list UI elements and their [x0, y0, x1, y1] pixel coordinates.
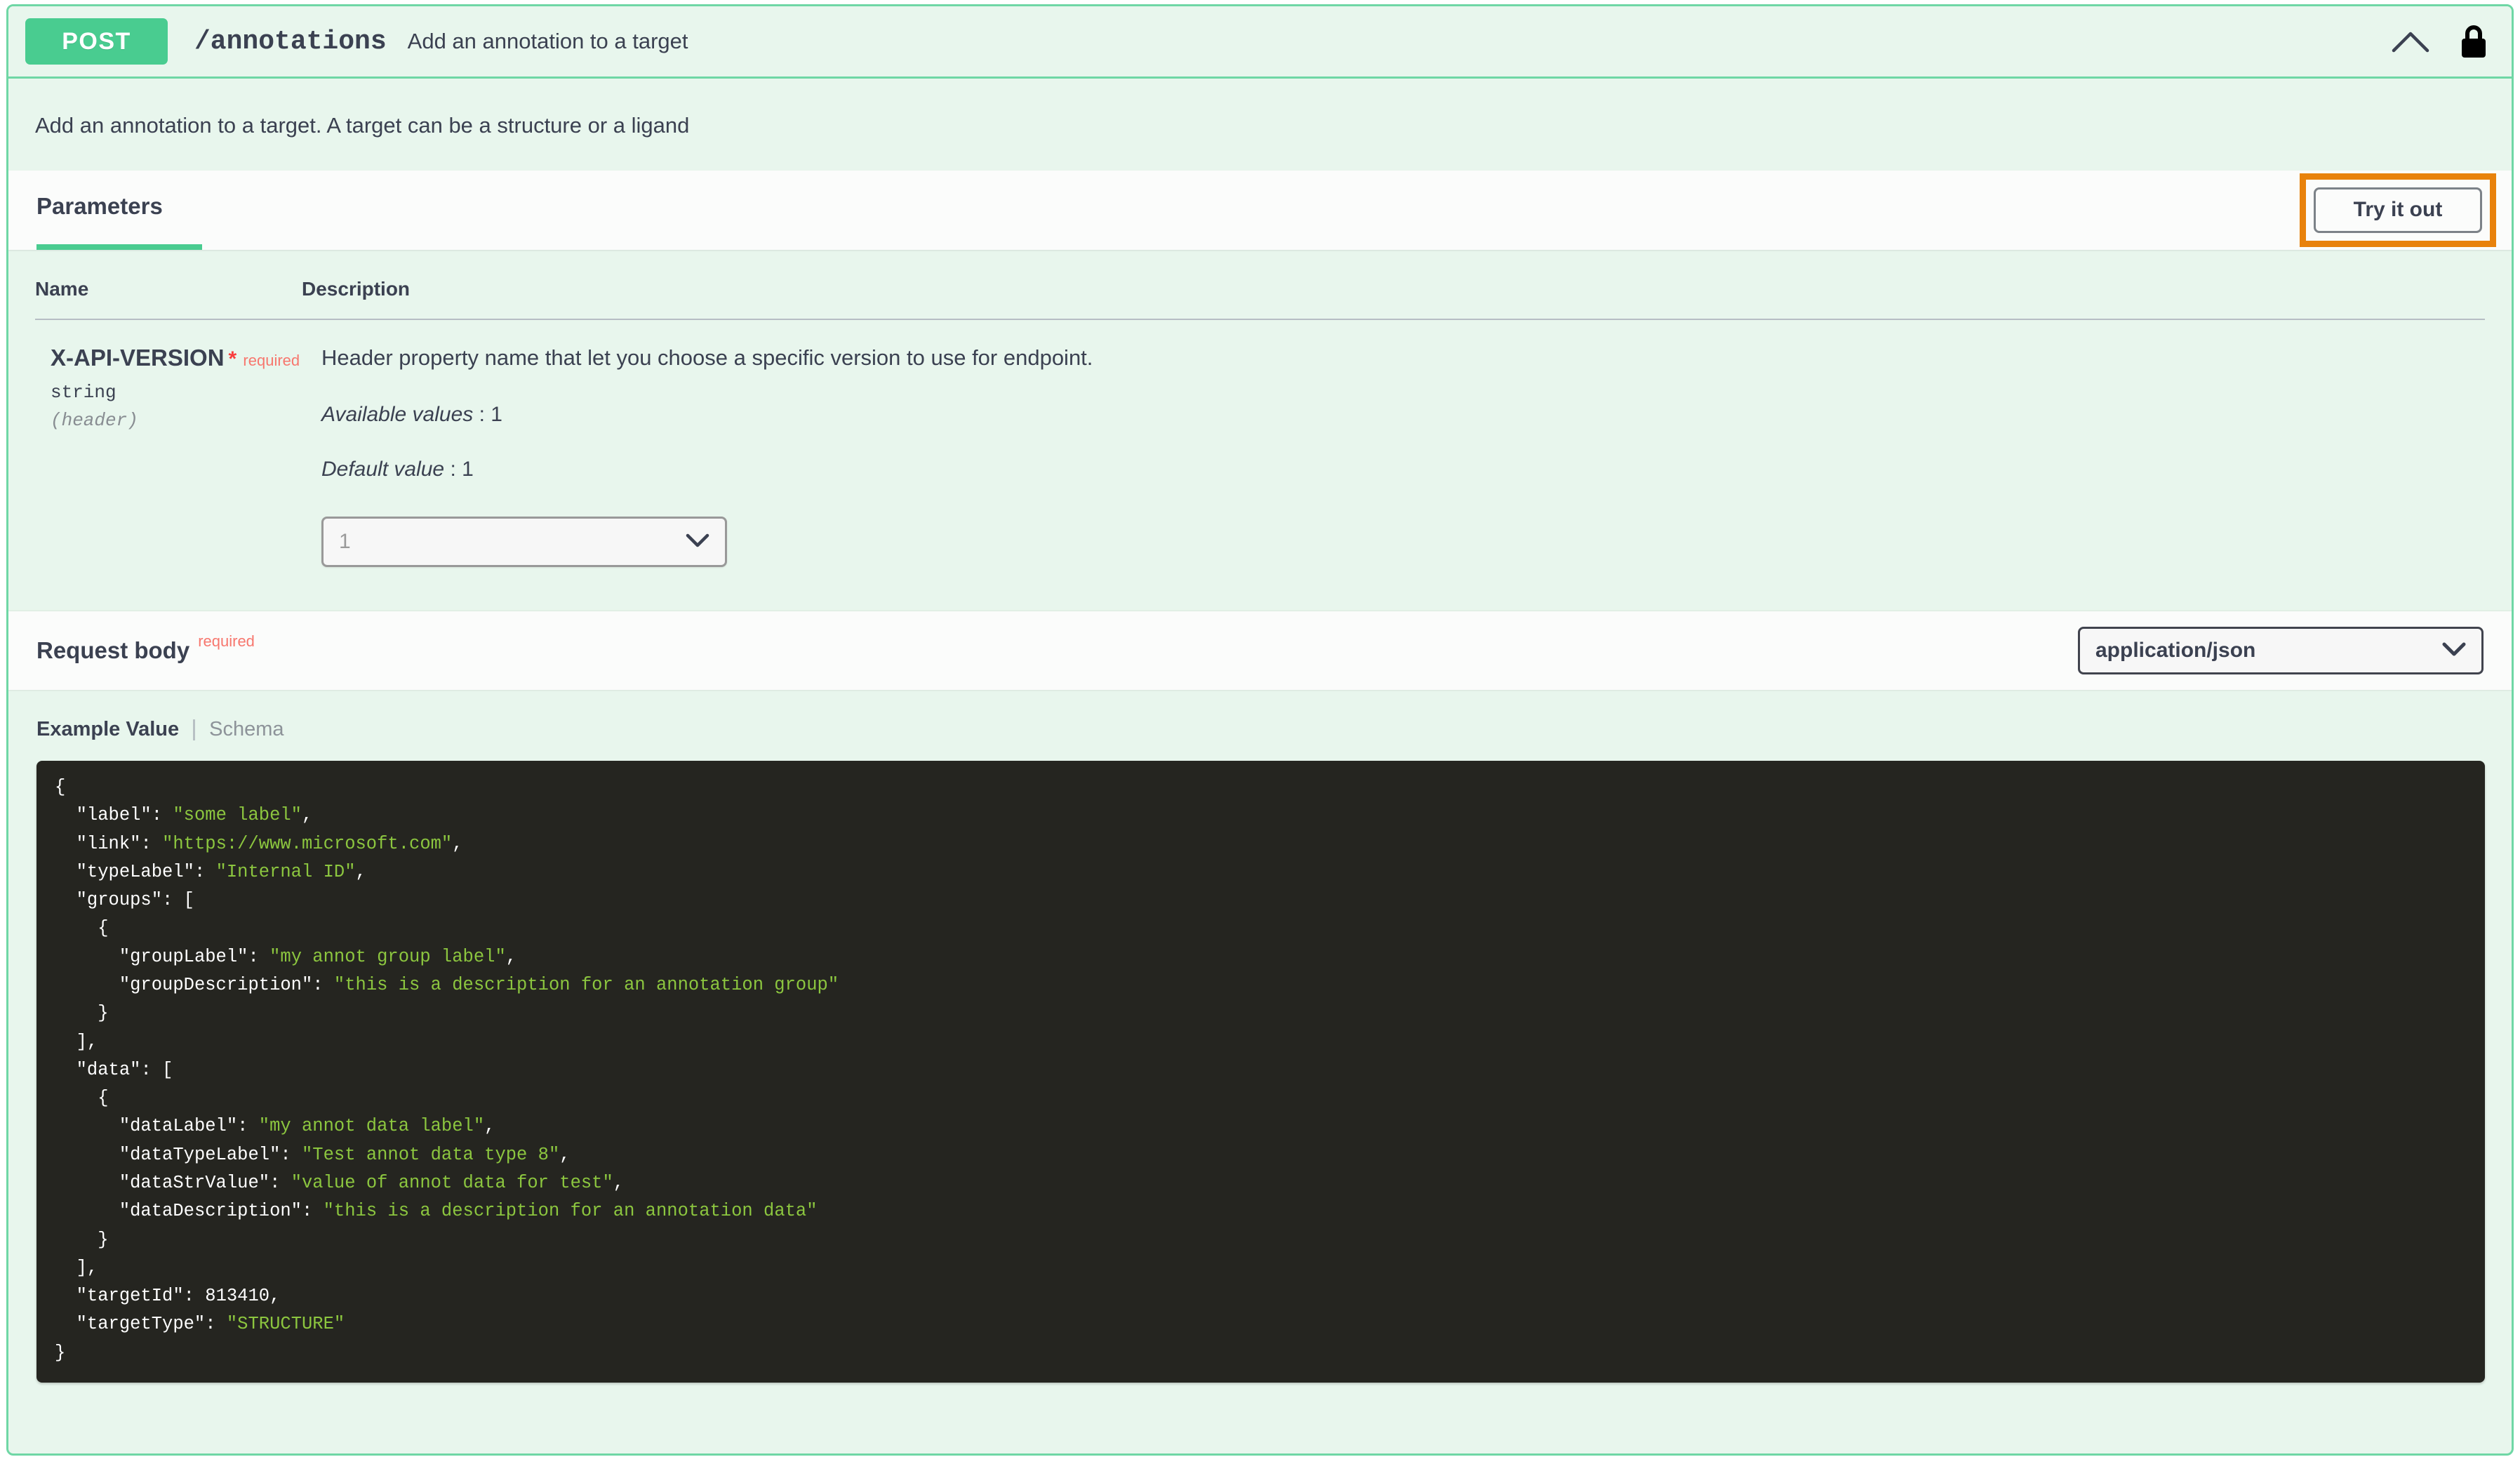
available-values-line: Available values : 1: [321, 403, 2484, 427]
column-header-name: Name: [35, 249, 302, 320]
x-api-version-select-value: 1: [339, 530, 351, 554]
parameter-location: (header): [51, 410, 138, 432]
parameters-section-header: Parameters Try it out: [8, 170, 2512, 250]
parameters-header-row: Name Description: [35, 249, 2485, 320]
chevron-down-icon: [2442, 641, 2466, 660]
chevron-down-icon: [686, 533, 709, 552]
parameters-container: Name Description X-API-VERSION * required…: [8, 249, 2512, 581]
column-header-description: Description: [302, 249, 2485, 320]
swagger-ui-page: POST /annotations Add an annotation to a…: [0, 0, 2520, 1457]
required-asterisk: *: [228, 347, 237, 371]
lock-icon[interactable]: [2455, 20, 2492, 62]
operation-summary: Add an annotation to a target: [407, 29, 688, 53]
opblock-description: Add an annotation to a target. A target …: [35, 113, 690, 138]
parameter-type: string: [51, 382, 116, 404]
required-label: required: [243, 351, 300, 369]
example-code-wrapper: { "label": "some label", "link": "https:…: [8, 761, 2512, 1411]
default-value-label: Default value: [321, 458, 445, 481]
tab-schema[interactable]: Schema: [209, 718, 284, 741]
parameter-description: Header property name that let you choose…: [321, 345, 1093, 370]
tab-divider: [193, 719, 196, 740]
tab-parameters-underline: [36, 244, 202, 250]
parameter-description-cell: Header property name that let you choose…: [302, 319, 2485, 580]
opblock-summary[interactable]: POST /annotations Add an annotation to a…: [8, 6, 2512, 79]
operation-path: /annotations: [194, 26, 387, 57]
tab-parameters[interactable]: Parameters: [36, 193, 163, 227]
default-value-value: 1: [462, 458, 474, 481]
available-values-separator: :: [479, 403, 485, 427]
parameter-select-wrapper: 1: [321, 517, 2484, 580]
default-value-separator: :: [450, 458, 456, 481]
parameters-table-head: Name Description: [35, 249, 2485, 320]
parameter-name-cell: X-API-VERSION * required string (header): [35, 319, 302, 580]
try-it-out-button[interactable]: Try it out: [2314, 187, 2482, 233]
table-row: X-API-VERSION * required string (header) …: [35, 319, 2485, 580]
available-values-label: Available values: [321, 403, 474, 427]
opblock-description-wrapper: Add an annotation to a target. A target …: [8, 79, 2512, 171]
available-values-value: 1: [491, 403, 502, 427]
content-type-select[interactable]: application/json: [2078, 627, 2484, 675]
x-api-version-select[interactable]: 1: [321, 517, 727, 568]
example-schema-tabs: Example Value Schema: [8, 690, 2512, 761]
opblock-post-annotations: POST /annotations Add an annotation to a…: [6, 4, 2514, 1456]
parameter-name: X-API-VERSION * required: [51, 344, 301, 373]
http-method-badge: POST: [25, 18, 168, 65]
default-value-line: Default value : 1: [321, 458, 2484, 481]
request-body-section-header: Request body required application/json: [8, 611, 2512, 691]
parameters-table: Name Description X-API-VERSION * required…: [35, 249, 2485, 580]
tab-example-value[interactable]: Example Value: [36, 718, 179, 741]
content-type-select-value: application/json: [2095, 639, 2256, 663]
parameters-table-body: X-API-VERSION * required string (header) …: [35, 319, 2485, 580]
request-body-required-label: required: [198, 632, 255, 651]
request-body-title: Request body: [36, 637, 190, 664]
example-value-code-block[interactable]: { "label": "some label", "link": "https:…: [36, 761, 2485, 1383]
parameter-name-text: X-API-VERSION: [51, 344, 225, 371]
chevron-up-icon[interactable]: [2389, 20, 2432, 62]
